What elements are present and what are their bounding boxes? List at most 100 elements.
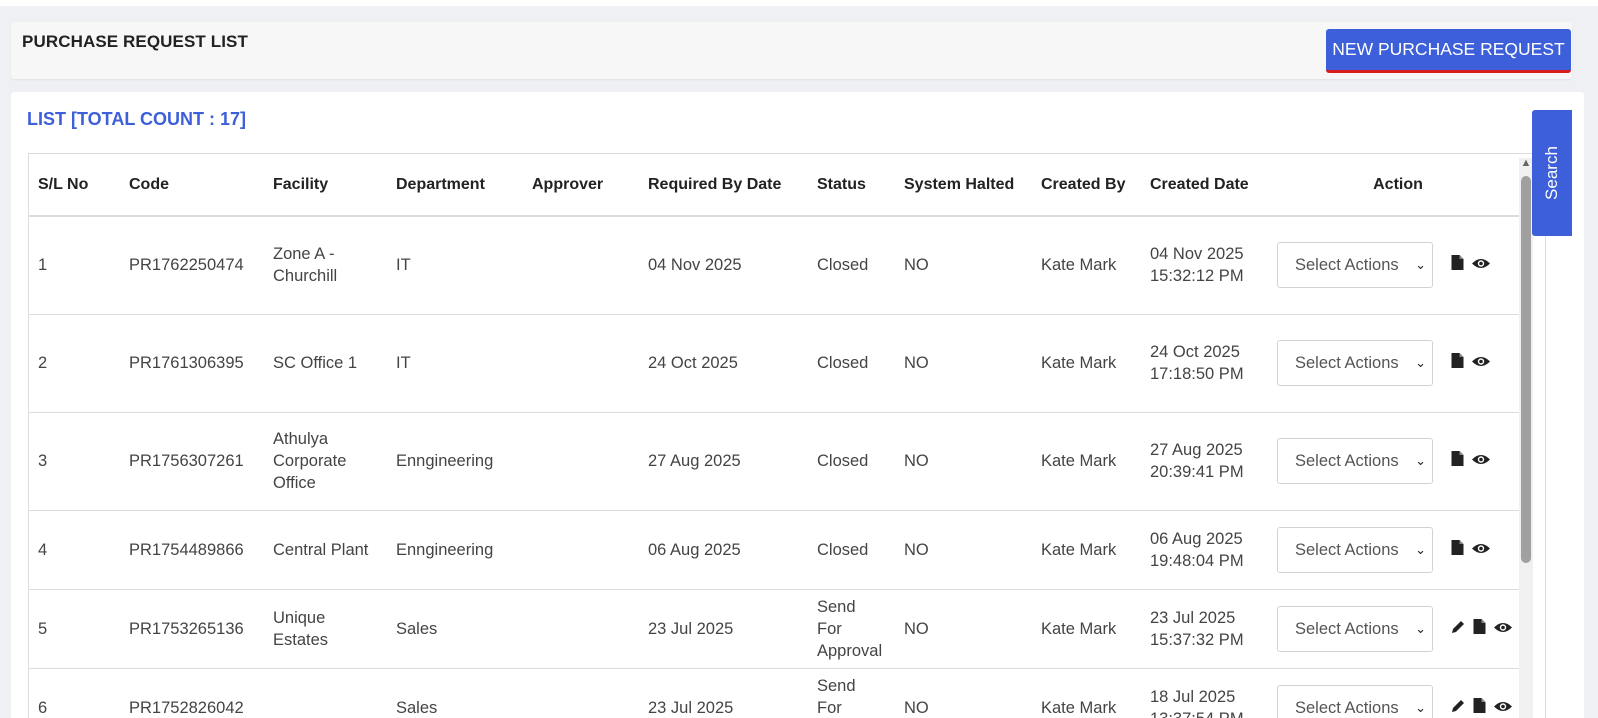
row-facility: Athulya Corporate Office — [264, 412, 387, 511]
row-required-by-date: 23 Jul 2025 — [639, 668, 808, 718]
new-purchase-request-button[interactable]: NEW PURCHASE REQUEST — [1326, 29, 1571, 73]
table-row: 2 PR1761306395 SC Office 1 IT 24 Oct 2025 Clo… — [29, 314, 1519, 413]
col-header-action: Action — [1268, 154, 1519, 217]
edit-icon[interactable] — [1451, 618, 1465, 640]
row-code: PR1756307261 — [120, 412, 264, 511]
col-header-created-by[interactable]: Created By — [1032, 154, 1141, 217]
row-action: Select Actions ⌄ — [1268, 314, 1519, 413]
row-created-date: 18 Jul 2025 13:37:54 PM — [1141, 668, 1268, 718]
select-actions-dropdown[interactable]: Select Actions ⌄ — [1277, 526, 1433, 573]
row-code: PR1753265136 — [120, 589, 264, 669]
row-required-by-date: 06 Aug 2025 — [639, 510, 808, 590]
row-sl-no: 2 — [29, 314, 120, 413]
document-icon[interactable] — [1451, 352, 1464, 374]
row-sl-no: 4 — [29, 510, 120, 590]
created-time: 13:37:54 PM — [1150, 708, 1268, 718]
row-created-by: Kate Mark — [1032, 412, 1141, 511]
col-header-facility[interactable]: Facility — [264, 154, 387, 217]
select-actions-dropdown[interactable]: Select Actions ⌄ — [1277, 605, 1433, 652]
document-icon[interactable] — [1451, 450, 1464, 472]
search-tab-label: Search — [1542, 146, 1561, 200]
row-sl-no: 3 — [29, 412, 120, 511]
row-code: PR1761306395 — [120, 314, 264, 413]
created-time: 17:18:50 PM — [1150, 365, 1244, 383]
created-date: 24 Oct 2025 — [1150, 343, 1240, 361]
col-header-approver[interactable]: Approver — [523, 154, 639, 217]
eye-icon[interactable] — [1472, 352, 1490, 374]
col-header-required-by-date[interactable]: Required By Date — [639, 154, 808, 217]
row-facility: Unique Estates — [264, 589, 387, 669]
document-icon[interactable] — [1473, 618, 1486, 640]
row-department: Enngineering — [387, 412, 523, 511]
select-actions-dropdown[interactable]: Select Actions ⌄ — [1277, 242, 1433, 289]
row-status: Closed — [808, 216, 895, 315]
table-row: 1 PR1762250474 Zone A - Churchill IT 04 Nov … — [29, 216, 1519, 315]
chevron-down-icon: ⌄ — [1415, 699, 1426, 715]
col-header-system-halted[interactable]: System Halted — [895, 154, 1032, 217]
col-header-sl[interactable]: S/L No — [29, 154, 120, 217]
row-action: Select Actions ⌄ — [1268, 510, 1519, 590]
col-header-code[interactable]: Code — [120, 154, 264, 217]
row-sl-no: 6 — [29, 668, 120, 718]
document-icon[interactable] — [1473, 697, 1486, 718]
row-approver — [523, 510, 639, 590]
created-time: 19:48:04 PM — [1150, 551, 1244, 570]
eye-icon[interactable] — [1472, 254, 1490, 276]
row-action: Select Actions ⌄ — [1268, 216, 1519, 315]
document-icon[interactable] — [1451, 539, 1464, 561]
top-strip — [0, 0, 1598, 6]
col-header-created-date[interactable]: Created Date — [1141, 154, 1268, 217]
edit-icon[interactable] — [1451, 697, 1465, 718]
document-icon[interactable] — [1451, 254, 1464, 276]
row-system-halted: NO — [895, 510, 1032, 590]
chevron-down-icon: ⌄ — [1415, 541, 1426, 557]
table-header-row: S/L No Code Facility Department Approver… — [29, 154, 1519, 217]
eye-icon[interactable] — [1494, 618, 1512, 640]
row-system-halted: NO — [895, 314, 1032, 413]
table-row: 6PR1752826042 Sales 23 Jul 2025Send For Ap… — [29, 668, 1519, 718]
created-time: 20:39:41 PM — [1150, 463, 1244, 481]
purchase-request-table: S/L No Code Facility Department Approver… — [29, 154, 1519, 718]
select-actions-dropdown[interactable]: Select Actions ⌄ — [1277, 340, 1433, 386]
row-sl-no: 1 — [29, 216, 120, 315]
search-side-tab[interactable]: Search — [1532, 110, 1572, 236]
row-created-by: Kate Mark — [1032, 510, 1141, 590]
col-header-department[interactable]: Department — [387, 154, 523, 217]
row-required-by-date: 24 Oct 2025 — [639, 314, 808, 413]
created-time: 15:37:32 PM — [1150, 630, 1244, 649]
created-time: 15:32:12 PM — [1150, 267, 1244, 286]
scroll-up-arrow-icon[interactable]: ▲ — [1520, 157, 1532, 169]
row-code: PR1754489866 — [120, 510, 264, 590]
chevron-down-icon: ⌄ — [1415, 620, 1426, 636]
col-header-status[interactable]: Status — [808, 154, 895, 217]
row-status: Send For Approval — [808, 589, 895, 669]
eye-icon[interactable] — [1472, 450, 1490, 472]
row-approver — [523, 216, 639, 315]
eye-icon[interactable] — [1494, 697, 1512, 718]
row-approver — [523, 412, 639, 511]
row-action: Select Actions ⌄ — [1268, 668, 1519, 718]
row-action: Select Actions ⌄ — [1268, 412, 1519, 511]
created-date: 06 Aug 2025 — [1150, 529, 1243, 548]
row-required-by-date: 27 Aug 2025 — [639, 412, 808, 511]
table-row: 5 PR1753265136 Unique Estates Sales 23 Jul 2… — [29, 589, 1519, 669]
row-facility: Central Plant — [264, 510, 387, 590]
row-code: PR1752826042 — [120, 668, 264, 718]
row-created-date: 27 Aug 2025 20:39:41 PM — [1141, 412, 1268, 511]
row-created-date: 04 Nov 2025 15:32:12 PM — [1141, 216, 1268, 315]
chevron-down-icon: ⌄ — [1415, 257, 1426, 273]
row-approver — [523, 589, 639, 669]
created-date: 18 Jul 2025 — [1150, 687, 1236, 706]
eye-icon[interactable] — [1472, 539, 1490, 561]
select-actions-dropdown[interactable]: Select Actions ⌄ — [1277, 684, 1433, 718]
row-created-date: 06 Aug 2025 19:48:04 PM — [1141, 510, 1268, 590]
row-facility — [264, 668, 387, 718]
row-system-halted: NO — [895, 668, 1032, 718]
row-created-by: Kate Mark — [1032, 589, 1141, 669]
row-system-halted: NO — [895, 589, 1032, 669]
table-row: 4 PR1754489866 Central Plant Enngineering 06… — [29, 510, 1519, 590]
scrollbar-thumb[interactable] — [1521, 176, 1531, 563]
chevron-down-icon: ⌄ — [1415, 453, 1426, 468]
row-code: PR1762250474 — [120, 216, 264, 315]
select-actions-dropdown[interactable]: Select Actions ⌄ — [1277, 438, 1433, 484]
